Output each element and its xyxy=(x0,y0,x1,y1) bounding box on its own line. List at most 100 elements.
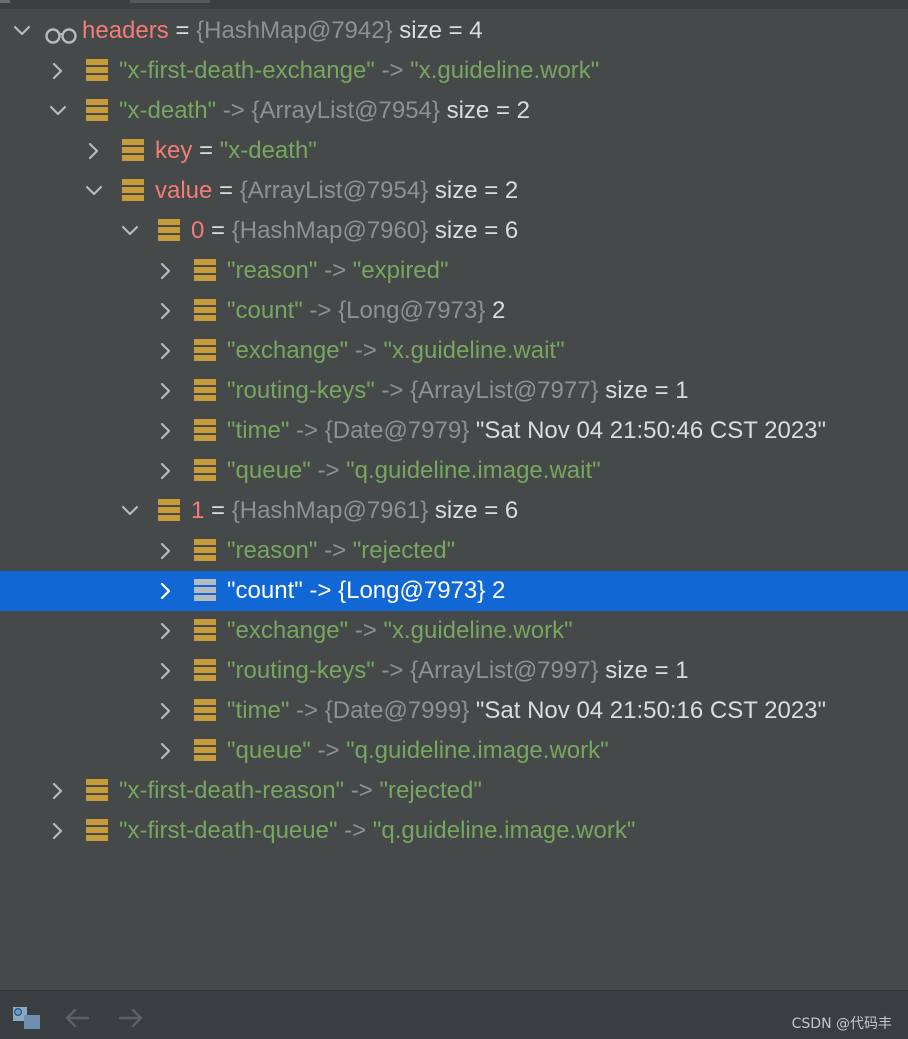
label-segment: -> xyxy=(216,97,252,124)
tree-row[interactable]: headers = {HashMap@7942} size = 4 xyxy=(0,11,908,51)
chevron-right-icon[interactable] xyxy=(154,451,180,491)
tree-row[interactable]: "x-first-death-reason" -> "rejected" xyxy=(0,771,908,811)
tree-row-label: key = "x-death" xyxy=(155,131,317,171)
tree-row[interactable]: value = {ArrayList@7954} size = 2 xyxy=(0,171,908,211)
label-segment: -> xyxy=(348,337,384,364)
chevron-down-icon[interactable] xyxy=(46,91,72,131)
tree-row[interactable]: 0 = {HashMap@7960} size = 6 xyxy=(0,211,908,251)
tree-row-label: "queue" -> "q.guideline.image.work" xyxy=(227,731,609,771)
tree-row-label: "exchange" -> "x.guideline.wait" xyxy=(227,331,565,371)
chevron-right-icon[interactable] xyxy=(46,771,72,811)
chevron-right-icon[interactable] xyxy=(154,331,180,371)
label-segment: {Date@7999} xyxy=(324,697,470,724)
tree-row-label: "routing-keys" -> {ArrayList@7997} size … xyxy=(227,651,689,691)
label-segment: "queue" xyxy=(227,737,311,764)
label-segment: -> xyxy=(289,697,325,724)
forward-arrow-icon[interactable] xyxy=(116,1005,146,1036)
tree-row-label: "count" -> {Long@7973} 2 xyxy=(227,571,505,611)
label-segment: size = 1 xyxy=(598,657,689,684)
tree-row[interactable]: "x-first-death-exchange" -> "x.guideline… xyxy=(0,51,908,91)
label-segment: "x-first-death-exchange" xyxy=(119,57,375,84)
label-segment: -> xyxy=(374,57,411,84)
tree-row[interactable]: "exchange" -> "x.guideline.work" xyxy=(0,611,908,651)
tree-row[interactable]: "queue" -> "q.guideline.image.work" xyxy=(0,731,908,771)
frames-view-icon[interactable] xyxy=(11,1005,43,1036)
label-segment: headers xyxy=(82,17,169,44)
field-icon xyxy=(194,739,216,761)
label-segment: "x.guideline.work" xyxy=(383,617,573,644)
label-segment: {HashMap@7960} xyxy=(231,217,429,244)
field-icon xyxy=(194,459,216,481)
field-icon xyxy=(194,339,216,361)
chevron-right-icon[interactable] xyxy=(154,411,180,451)
tree-row[interactable]: "routing-keys" -> {ArrayList@7977} size … xyxy=(0,371,908,411)
chevron-right-icon[interactable] xyxy=(154,291,180,331)
tree-row[interactable]: "x-first-death-queue" -> "q.guideline.im… xyxy=(0,811,908,851)
label-segment: 2 xyxy=(485,297,506,324)
label-segment: "rejected" xyxy=(379,777,482,804)
chevron-right-icon[interactable] xyxy=(154,251,180,291)
label-segment: {ArrayList@7977} xyxy=(410,377,599,404)
field-icon xyxy=(194,699,216,721)
chevron-right-icon[interactable] xyxy=(154,611,180,651)
chevron-down-icon[interactable] xyxy=(10,11,36,51)
tree-row[interactable]: "exchange" -> "x.guideline.wait" xyxy=(0,331,908,371)
chevron-right-icon[interactable] xyxy=(154,731,180,771)
tree-row[interactable]: "x-death" -> {ArrayList@7954} size = 2 xyxy=(0,91,908,131)
chevron-right-icon[interactable] xyxy=(154,371,180,411)
label-segment: {Date@7979} xyxy=(324,417,470,444)
tree-row-label: 0 = {HashMap@7960} size = 6 xyxy=(191,211,518,251)
tree-row[interactable]: "reason" -> "expired" xyxy=(0,251,908,291)
field-icon xyxy=(122,179,144,201)
label-segment: -> xyxy=(289,417,325,444)
label-segment: "reason" xyxy=(227,537,318,564)
chevron-right-icon[interactable] xyxy=(46,51,72,91)
tree-row[interactable]: "count" -> {Long@7973} 2 xyxy=(0,291,908,331)
tree-row[interactable]: key = "x-death" xyxy=(0,131,908,171)
label-segment: size = 2 xyxy=(439,97,530,124)
label-segment: -> xyxy=(310,457,347,484)
label-segment: "q.guideline.image.work" xyxy=(372,817,636,844)
chevron-down-icon[interactable] xyxy=(118,211,144,251)
tree-row[interactable]: "routing-keys" -> {ArrayList@7997} size … xyxy=(0,651,908,691)
tree-row-label: 1 = {HashMap@7961} size = 6 xyxy=(191,491,518,531)
label-segment: "count" xyxy=(227,297,303,324)
chevron-right-icon[interactable] xyxy=(82,131,108,171)
tree-row[interactable]: "queue" -> "q.guideline.image.wait" xyxy=(0,451,908,491)
watch-glasses-icon xyxy=(44,20,78,44)
tree-row[interactable]: "reason" -> "rejected" xyxy=(0,531,908,571)
label-segment: "x-death" xyxy=(119,97,217,124)
field-icon xyxy=(194,659,216,681)
chevron-right-icon[interactable] xyxy=(46,811,72,851)
chevron-right-icon[interactable] xyxy=(154,531,180,571)
tree-row-label: "x-death" -> {ArrayList@7954} size = 2 xyxy=(119,91,530,131)
chevron-right-icon[interactable] xyxy=(154,651,180,691)
tree-row[interactable]: "count" -> {Long@7973} 2 xyxy=(0,571,908,611)
label-segment: -> xyxy=(374,657,411,684)
label-segment: "exchange" xyxy=(227,617,349,644)
label-segment: {ArrayList@7954} xyxy=(239,177,429,204)
chevron-down-icon[interactable] xyxy=(82,171,108,211)
tree-row-label: "time" -> {Date@7999} "Sat Nov 04 21:50:… xyxy=(227,691,826,731)
label-segment: "q.guideline.image.work" xyxy=(346,737,609,764)
label-segment: -> xyxy=(310,737,347,764)
back-arrow-icon[interactable] xyxy=(62,1005,92,1036)
tree-row[interactable]: 1 = {HashMap@7961} size = 6 xyxy=(0,491,908,531)
tree-row[interactable]: "time" -> {Date@7979} "Sat Nov 04 21:50:… xyxy=(0,411,908,451)
field-icon xyxy=(194,619,216,641)
label-segment: size = 6 xyxy=(428,497,519,524)
label-segment: "x-first-death-queue" xyxy=(119,817,338,844)
tab-edge xyxy=(0,0,10,3)
tree-row[interactable]: "time" -> {Date@7999} "Sat Nov 04 21:50:… xyxy=(0,691,908,731)
chevron-down-icon[interactable] xyxy=(118,491,144,531)
chevron-right-icon[interactable] xyxy=(154,691,180,731)
label-segment: value xyxy=(155,177,213,204)
label-segment: "Sat Nov 04 21:50:16 CST 2023" xyxy=(469,697,827,724)
field-icon xyxy=(194,539,216,561)
tree-row-label: value = {ArrayList@7954} size = 2 xyxy=(155,171,518,211)
tree-row-label: "routing-keys" -> {ArrayList@7977} size … xyxy=(227,371,689,411)
label-segment: 2 xyxy=(485,577,506,604)
chevron-right-icon[interactable] xyxy=(154,571,180,611)
variables-tree: headers = {HashMap@7942} size = 4 "x-firs… xyxy=(0,11,908,851)
field-icon xyxy=(194,579,216,601)
